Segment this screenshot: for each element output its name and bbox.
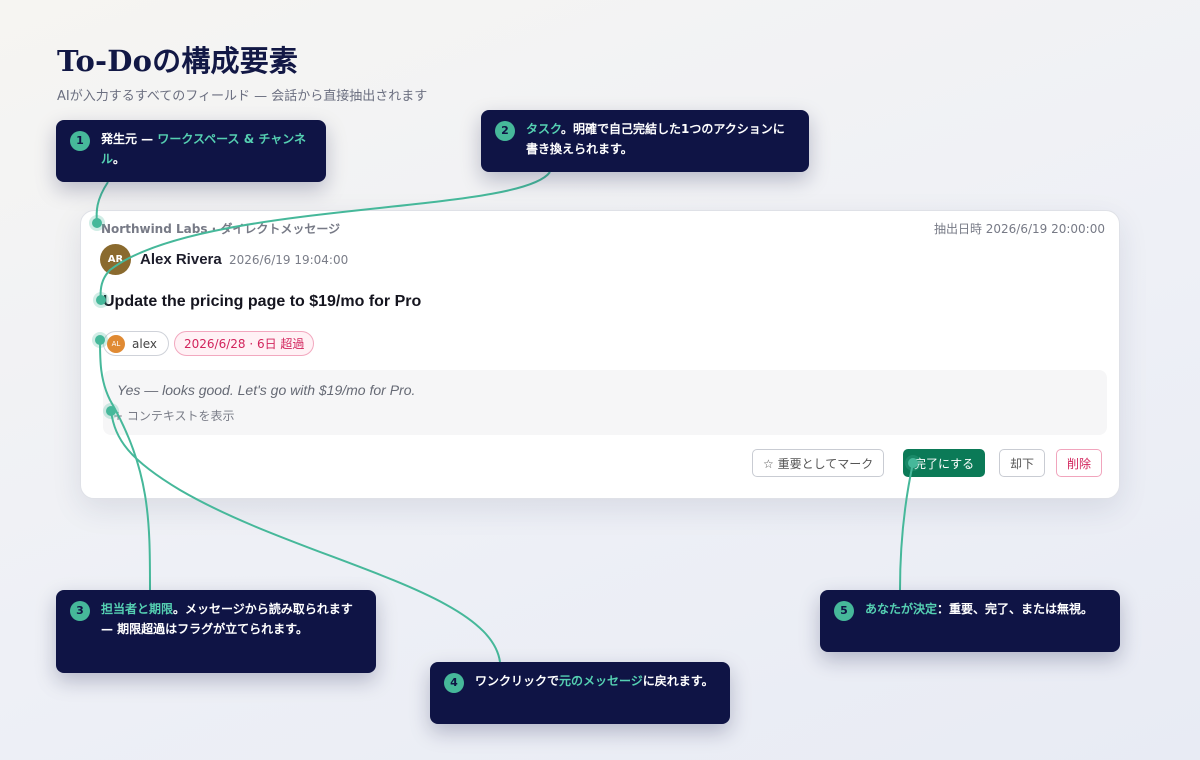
callout-number: 2 [495, 121, 515, 141]
callout-number: 3 [70, 601, 90, 621]
callout-task: 2 タスク。明確で自己完結した1つのアクションに書き換えられます。 [481, 110, 809, 172]
callout-number: 4 [444, 673, 464, 693]
avatar: AR [100, 244, 131, 275]
callout-decision: 5 あなたが決定：重要、完了、または無視。 [820, 590, 1120, 652]
page-subtitle: AIが入力するすべてのフィールド — 会話から直接抽出されます [57, 89, 428, 104]
callout-text: 発生元 — [101, 132, 158, 146]
callout-highlight: あなたが決定 [865, 602, 938, 616]
source-message-quote: Yes — looks good. Let's go with $19/mo f… [117, 382, 416, 398]
callout-number: 1 [70, 131, 90, 151]
callout-text: ワンクリックで [475, 674, 560, 688]
delete-button[interactable]: 削除 [1056, 449, 1103, 477]
due-date-badge: 2026/6/28 · 6日 超過 [174, 331, 315, 356]
callout-number: 5 [834, 601, 854, 621]
context-box: Yes — looks good. Let's go with $19/mo f… [103, 370, 1107, 435]
task-title: Update the pricing page to $19/mo for Pr… [103, 293, 422, 310]
callout-source: 1 発生元 — ワークスペース & チャンネル。 [56, 120, 326, 182]
extracted-timestamp: 抽出日時 2026/6/19 20:00:00 [933, 222, 1105, 236]
page-title: To-Doの構成要素 [57, 44, 299, 78]
assignee-avatar: AL [107, 334, 125, 353]
callout-text: 。 [113, 152, 126, 166]
callout-assignee-due: 3 担当者と期限。メッセージから読み取られます — 期限超過はフラグが立てられま… [56, 590, 376, 673]
dismiss-button[interactable]: 却下 [999, 449, 1046, 477]
callout-highlight: 元のメッセージ [559, 674, 643, 688]
assignee-name: alex [132, 336, 157, 351]
callout-original-message: 4 ワンクリックで元のメッセージに戻れます。 [430, 662, 730, 724]
source-label: Northwind Labs · ダイレクトメッセージ [101, 222, 341, 236]
mark-important-button[interactable]: ☆ 重要としてマーク [752, 449, 885, 477]
message-timestamp: 2026/6/19 19:04:00 [229, 253, 349, 267]
callout-text: 。明確で自己完結した1つのアクションに書き換えられます。 [526, 122, 785, 156]
todo-card: Northwind Labs · ダイレクトメッセージ 抽出日時 2026/6/… [80, 210, 1120, 499]
callout-highlight: 担当者と期限 [101, 602, 174, 616]
callout-text: に戻れます。 [642, 674, 714, 688]
complete-button[interactable]: 完了にする [903, 449, 986, 477]
callout-highlight: タスク [526, 122, 562, 136]
assignee-chip[interactable]: AL alex [103, 331, 169, 356]
callout-text: ：重要、完了、または無視。 [937, 602, 1094, 616]
show-context-link[interactable]: + コンテキストを表示 [113, 407, 235, 424]
author-name: Alex Rivera [140, 251, 222, 268]
